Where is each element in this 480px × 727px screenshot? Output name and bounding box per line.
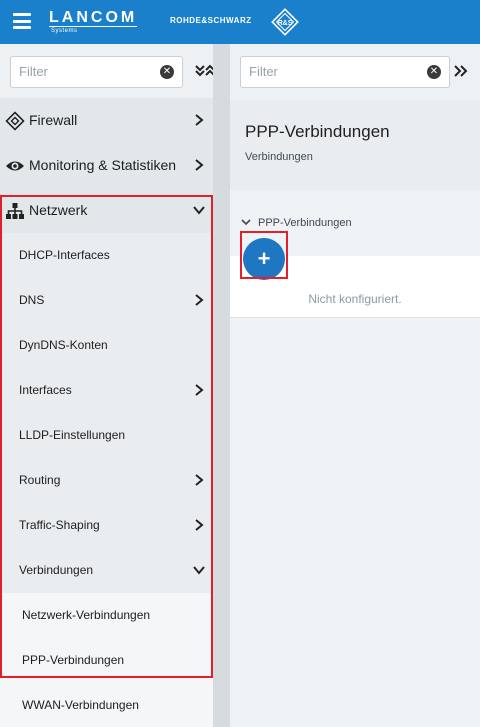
chevron-right-icon [195, 114, 204, 126]
sidebar-subitem-label: Netzwerk-Verbindungen [22, 608, 151, 622]
chevron-right-icon [195, 294, 204, 306]
sidebar-item-netzwerk[interactable]: Netzwerk [0, 188, 213, 233]
add-entry-button[interactable]: + [243, 238, 285, 280]
sidebar-filter-field[interactable]: ✕ [10, 56, 183, 88]
sidebar-subitem-label: Interfaces [19, 383, 72, 397]
sidebar-subitem-label: DNS [19, 293, 45, 307]
menu-icon[interactable] [13, 13, 31, 29]
main-filter-field[interactable]: ✕ [240, 56, 450, 88]
rohde-schwarz-emblem-icon: R&S [271, 8, 299, 36]
sidebar-subitem-lldp-einstellungen[interactable]: LLDP-Einstellungen [0, 413, 213, 458]
sidebar-subitem-label: DynDNS-Konten [19, 338, 108, 352]
page-header: PPP-Verbindungen Verbindungen [230, 100, 480, 190]
sidebar-item-label: Monitoring & Statistiken [29, 157, 177, 173]
sidebar-subitem-interfaces[interactable]: Interfaces [0, 368, 213, 413]
sidebar-filter-input[interactable] [19, 64, 149, 79]
main-panel: ✕ PPP-Verbindungen Verbindungen PPP-Verb… [230, 44, 480, 727]
sidebar-subitem-dhcp-interfaces[interactable]: DHCP-Interfaces [0, 233, 213, 278]
sidebar-item-monitoring[interactable]: Monitoring & Statistiken [0, 143, 213, 188]
sidebar-subitem-ppp-verbindungen[interactable]: PPP-Verbindungen [0, 638, 213, 683]
sidebar-subitem-netzwerk-verbindungen[interactable]: Netzwerk-Verbindungen [0, 593, 213, 638]
chevron-down-icon[interactable] [240, 216, 252, 228]
sidebar-subitem-label: LLDP-Einstellungen [19, 428, 126, 442]
sidebar-subitem-label: Verbindungen [19, 563, 94, 577]
section-title[interactable]: PPP-Verbindungen [258, 216, 352, 230]
expand-panel-icon[interactable] [453, 62, 469, 85]
sidebar-filter-bar: ✕ [0, 44, 213, 100]
sidebar-subitem-label: DHCP-Interfaces [19, 248, 110, 262]
clear-filter-icon[interactable]: ✕ [427, 65, 441, 79]
sidebar-item-firewall[interactable]: Firewall [0, 98, 213, 143]
lancom-logo: LANCOM [49, 9, 138, 27]
eye-icon [6, 161, 24, 171]
page-title: PPP-Verbindungen [245, 122, 390, 141]
sidebar-subitem-label: WWAN-Verbindungen [22, 698, 139, 712]
rohde-schwarz-logo: ROHDE&SCHWARZ [170, 16, 252, 25]
empty-state-text: Nicht konfiguriert. [308, 292, 402, 306]
sidebar-item-label: Netzwerk [29, 202, 88, 218]
sidebar-subitem-label: PPP-Verbindungen [22, 653, 125, 667]
sidebar-subitem-dns[interactable]: DNS [0, 278, 213, 323]
top-bar: LANCOM Systems ROHDE&SCHWARZ R&S [0, 0, 480, 44]
sidebar-subitem-traffic-shaping[interactable]: Traffic-Shaping [0, 503, 213, 548]
sidebar-item-label: Firewall [29, 112, 78, 128]
chevron-right-icon [195, 159, 204, 171]
sidebar-subitem-label: Routing [19, 473, 61, 487]
chevron-right-icon [195, 474, 204, 486]
sidebar-subitem-wwan-verbindungen[interactable]: WWAN-Verbindungen [0, 683, 213, 727]
sidebar-subitem-dyndns-konten[interactable]: DynDNS-Konten [0, 323, 213, 368]
chevron-right-icon [195, 519, 204, 531]
chevron-right-icon [195, 384, 204, 396]
chevron-down-icon [193, 566, 205, 575]
sidebar-subitem-routing[interactable]: Routing [0, 458, 213, 503]
sidebar-subitem-label: Traffic-Shaping [19, 518, 100, 532]
sidebar: ✕ Firewall Monitoring & Statistiken [0, 44, 213, 727]
page-subtitle: Verbindungen [245, 151, 313, 163]
sidebar-subitem-verbindungen[interactable]: Verbindungen [0, 548, 213, 593]
lancom-logo-subtitle: Systems [51, 28, 78, 34]
main-filter-input[interactable] [249, 64, 379, 79]
svg-text:R&S: R&S [278, 20, 293, 27]
sidebar-scrollbar[interactable] [213, 44, 230, 727]
expand-collapse-icon[interactable] [193, 62, 213, 80]
firewall-icon [5, 111, 25, 131]
chevron-down-icon [193, 206, 205, 215]
main-filter-bar: ✕ [230, 44, 480, 100]
network-icon [6, 203, 24, 219]
clear-filter-icon[interactable]: ✕ [160, 65, 174, 79]
ppp-section: PPP-Verbindungen Nicht konfiguriert. + [230, 190, 480, 727]
